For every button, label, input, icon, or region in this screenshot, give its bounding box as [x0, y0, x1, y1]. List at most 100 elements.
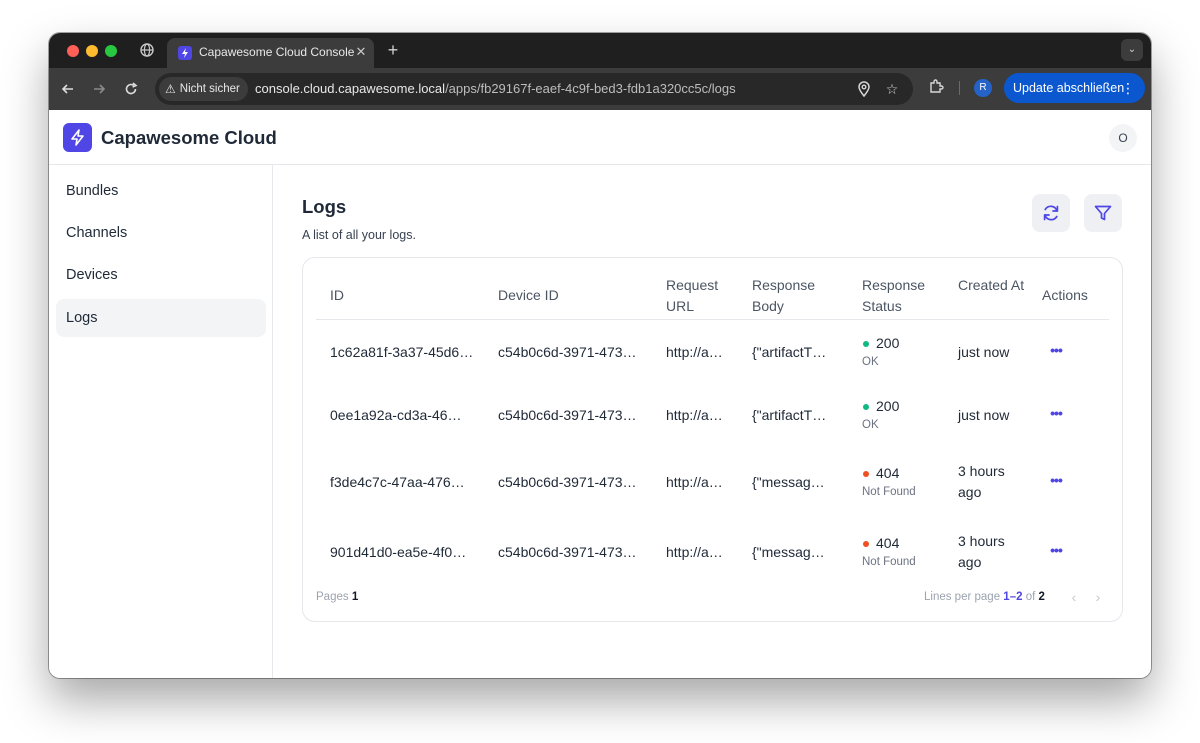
pages-label: Pages [316, 591, 349, 603]
cell-created-at: 3 hours ago [958, 463, 1005, 500]
header-device-id[interactable]: Device ID [498, 285, 559, 306]
location-pin-icon[interactable] [855, 80, 873, 98]
kebab-icon: ⋮ [1121, 80, 1135, 96]
cell-device-id: c54b0c6d-3971-473… [498, 407, 637, 423]
cell-request-url: http://a… [666, 344, 723, 360]
profile-avatar[interactable]: R [974, 79, 992, 97]
pages-value: 1 [351, 591, 359, 603]
cell-device-id: c54b0c6d-3971-473… [498, 544, 637, 560]
cell-response-body: {"messag… [752, 544, 825, 560]
status-dot-icon [863, 541, 869, 547]
status-text: OK [862, 356, 879, 368]
lines-label: Lines per page [924, 591, 1001, 603]
sidebar-item-devices[interactable]: Devices [56, 256, 266, 294]
star-icon[interactable]: ☆ [883, 80, 901, 98]
cell-id: 901d41d0-ea5e-4f0… [330, 544, 467, 560]
capawesome-favicon-icon [178, 46, 192, 60]
cell-request-url: http://a… [666, 544, 723, 560]
row-actions-button[interactable]: ••• [1044, 406, 1068, 425]
url-text[interactable]: console.cloud.capawesome.local/apps/fb29… [255, 81, 736, 96]
zoom-window-button[interactable] [105, 45, 117, 57]
tab-search-button[interactable]: ⌄ [1121, 39, 1143, 61]
cell-created-at: just now [958, 344, 1010, 360]
header-divider [316, 319, 1109, 320]
globe-icon[interactable] [139, 42, 155, 58]
of-label: of [1025, 591, 1036, 603]
cell-id: 0ee1a92a-cd3a-46… [330, 407, 462, 423]
cell-request-url: http://a… [666, 474, 723, 490]
status-text: Not Found [862, 556, 916, 568]
status-text: OK [862, 419, 879, 431]
cell-response-body: {"messag… [752, 474, 825, 490]
minimize-window-button[interactable] [86, 45, 98, 57]
page-content: Capawesome Cloud O Bundles Channels Devi… [49, 110, 1151, 678]
filter-icon [1094, 205, 1112, 221]
new-tab-button[interactable]: + [383, 40, 403, 60]
refresh-icon [1043, 205, 1059, 221]
url-host: console.cloud.capawesome.local [255, 81, 446, 96]
chevron-right-icon[interactable]: › [1091, 589, 1105, 605]
puzzle-icon[interactable] [927, 78, 945, 96]
status-dot-icon [863, 404, 869, 410]
row-actions-button[interactable]: ••• [1044, 543, 1068, 562]
lightning-logo-icon[interactable] [63, 123, 92, 152]
cell-response-body: {"artifactT… [752, 407, 827, 423]
cell-request-url: http://a… [666, 407, 723, 423]
page-title: Logs [302, 196, 347, 217]
address-bar[interactable]: ⚠ Nicht sicher console.cloud.capawesome.… [155, 73, 913, 105]
header-created-at[interactable]: Created At [958, 275, 1028, 296]
security-label: Nicht sicher [179, 83, 240, 95]
status-dot-icon [863, 471, 869, 477]
lines-per-page-indicator: Lines per page 1–2 of 2 [924, 591, 1045, 603]
status-code: 404 [876, 465, 900, 481]
forward-button[interactable] [88, 78, 110, 100]
refresh-button[interactable] [1032, 194, 1070, 232]
back-button[interactable] [57, 78, 79, 100]
tab-title: Capawesome Cloud Console [199, 45, 355, 59]
cell-id: f3de4c7c-47aa-476… [330, 474, 465, 490]
sidebar-item-bundles[interactable]: Bundles [56, 172, 266, 210]
header-id[interactable]: ID [330, 285, 344, 306]
active-tab[interactable]: Capawesome Cloud Console ✕ [167, 38, 374, 68]
close-tab-icon[interactable]: ✕ [353, 44, 369, 60]
chevron-left-icon[interactable]: ‹ [1067, 589, 1081, 605]
tab-strip: Capawesome Cloud Console ✕ + ⌄ [49, 33, 1151, 68]
status-code: 200 [876, 335, 900, 351]
app-header: Capawesome Cloud O [49, 110, 1151, 165]
cell-id: 1c62a81f-3a37-45d6… [330, 344, 474, 360]
filter-button[interactable] [1084, 194, 1122, 232]
cell-response-body: {"artifactT… [752, 344, 827, 360]
url-path: /apps/fb29167f-eaef-4c9f-bed3-fdb1a320cc… [445, 81, 736, 96]
update-button[interactable]: Update abschließen ⋮ [1004, 73, 1145, 103]
logs-table-card: ID Device ID Request URL Response Body R… [302, 257, 1123, 622]
cell-device-id: c54b0c6d-3971-473… [498, 474, 637, 490]
reload-button[interactable] [120, 78, 142, 100]
row-actions-button[interactable]: ••• [1044, 343, 1068, 362]
header-request-url[interactable]: Request URL [666, 275, 736, 317]
lines-range[interactable]: 1–2 [1003, 591, 1022, 603]
header-response-status[interactable]: Response Status [862, 275, 942, 317]
cell-created-at: just now [958, 407, 1010, 423]
pages-indicator: Pages 1 [316, 591, 358, 603]
status-text: Not Found [862, 486, 916, 498]
browser-window: Capawesome Cloud Console ✕ + ⌄ ⚠ Nicht s… [49, 33, 1151, 678]
toolbar-divider [959, 81, 960, 95]
update-label: Update abschließen [1013, 81, 1125, 95]
main-content: Logs A list of all your logs. ID Device … [274, 165, 1151, 678]
security-chip[interactable]: ⚠ Nicht sicher [159, 77, 248, 101]
brand-name[interactable]: Capawesome Cloud [101, 127, 277, 149]
header-response-body[interactable]: Response Body [752, 275, 832, 317]
close-window-button[interactable] [67, 45, 79, 57]
sidebar: Bundles Channels Devices Logs [49, 165, 273, 678]
status-code: 200 [876, 398, 900, 414]
desktop-background: Capawesome Cloud Console ✕ + ⌄ ⚠ Nicht s… [0, 0, 1200, 743]
cell-created-at: 3 hours ago [958, 533, 1005, 570]
sidebar-item-channels[interactable]: Channels [56, 214, 266, 252]
row-actions-button[interactable]: ••• [1044, 473, 1068, 492]
sidebar-item-logs[interactable]: Logs [56, 299, 266, 337]
cell-device-id: c54b0c6d-3971-473… [498, 344, 637, 360]
user-avatar[interactable]: O [1109, 124, 1137, 152]
status-code: 404 [876, 535, 900, 551]
warning-icon: ⚠ [165, 82, 176, 96]
page-subtitle: A list of all your logs. [302, 228, 416, 242]
